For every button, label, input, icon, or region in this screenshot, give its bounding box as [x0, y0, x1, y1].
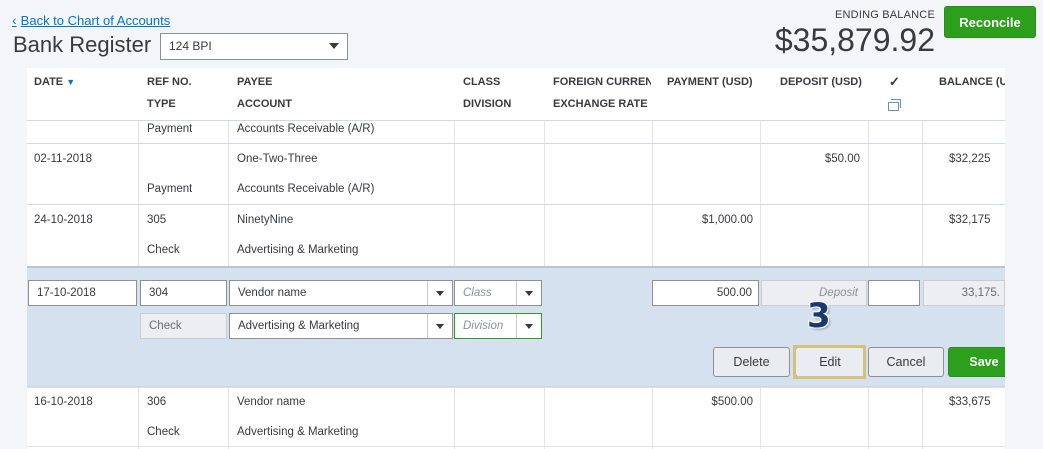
foreign-currency-column-header: FOREIGN CURRENCY: [553, 76, 651, 88]
payee-select[interactable]: Vendor name: [229, 280, 453, 306]
row-date: 24-10-2018: [34, 214, 93, 226]
copy-icon[interactable]: [888, 99, 901, 111]
date-field[interactable]: 17-10-2018: [28, 280, 137, 306]
chevron-left-icon: ‹: [12, 12, 17, 28]
row-account: Accounts Receivable (A/R): [237, 183, 375, 195]
class-select[interactable]: Class: [454, 280, 542, 306]
row-payment: $500.00: [711, 396, 753, 408]
row-date: 16-10-2018: [34, 396, 93, 408]
row-balance: $32,225: [949, 153, 991, 165]
row-ref: 306: [147, 396, 167, 408]
row-account: Advertising & Marketing: [237, 244, 359, 256]
cleared-field[interactable]: [868, 280, 920, 306]
row-type: Payment: [147, 183, 193, 195]
division-select[interactable]: Division: [454, 313, 542, 339]
row-divider: [27, 143, 1005, 144]
row-type: Payment: [147, 123, 193, 135]
column-divider: [228, 68, 229, 449]
row-payment: $1,000.00: [701, 214, 753, 226]
payee-select-value: Vendor name: [238, 287, 307, 299]
row-payee: One-Two-Three: [237, 153, 318, 165]
ref-column-header: REF NO.: [147, 76, 192, 88]
back-link-label: Back to Chart of Accounts: [20, 12, 171, 28]
row-date: 02-11-2018: [34, 153, 92, 165]
column-divider: [138, 68, 139, 449]
register-table: DATE ▼ REF NO. TYPE PAYEE ACCOUNT CLASS …: [27, 68, 1005, 449]
page-title: Bank Register: [13, 32, 152, 57]
sort-down-icon: ▼: [66, 77, 76, 87]
column-divider: [868, 68, 869, 449]
ending-balance-label: ENDING BALANCE: [835, 9, 935, 21]
account-select[interactable]: 124 BPI: [160, 33, 348, 60]
exchange-rate-column-header: EXCHANGE RATE: [553, 98, 648, 110]
account-select[interactable]: Advertising & Marketing: [229, 313, 453, 339]
balance-field: 33,175.: [923, 280, 1005, 306]
save-button[interactable]: Save: [948, 347, 1005, 377]
row-account: Advertising & Marketing: [237, 426, 359, 438]
column-divider: [922, 68, 923, 449]
row-balance: $32,175: [949, 214, 991, 226]
type-field: Check: [140, 313, 227, 339]
row-payee: Vendor name: [237, 396, 306, 408]
account-select-value: Advertising & Marketing: [238, 320, 360, 332]
column-divider: [544, 68, 545, 449]
column-divider: [454, 68, 455, 449]
row-payee: NinetyNine: [237, 214, 294, 226]
cancel-button[interactable]: Cancel: [868, 347, 944, 377]
cleared-column-header: ✓: [889, 74, 900, 89]
row-deposit: $50.00: [824, 153, 860, 165]
payment-field[interactable]: 500.00: [652, 280, 759, 306]
column-divider: [760, 68, 761, 449]
chevron-down-icon[interactable]: [427, 281, 452, 305]
balance-column-header: BALANCE (USD): [939, 76, 1005, 88]
payee-column-header: PAYEE: [237, 76, 273, 88]
date-column-header[interactable]: DATE ▼: [34, 76, 75, 88]
row-divider: [27, 386, 1005, 387]
row-balance: $33,675: [949, 396, 991, 408]
account-select-value: 124 BPI: [169, 39, 212, 53]
chevron-down-icon[interactable]: [516, 281, 541, 305]
row-type: Check: [147, 244, 180, 256]
edit-highlight-box: [793, 345, 866, 379]
class-column-header: CLASS: [463, 76, 501, 88]
row-divider: [27, 204, 1005, 205]
ending-balance-amount: $35,879.92: [774, 22, 935, 58]
account-column-header: ACCOUNT: [237, 98, 292, 110]
payment-column-header: PAYMENT (USD): [667, 76, 753, 88]
division-column-header: DIVISION: [463, 98, 512, 110]
reconcile-button[interactable]: Reconcile: [944, 6, 1036, 38]
chevron-down-icon[interactable]: [427, 314, 452, 338]
back-to-chart-of-accounts-link[interactable]: ‹ Back to Chart of Accounts: [12, 12, 170, 28]
column-divider: [652, 68, 653, 449]
row-type: Check: [147, 426, 180, 438]
row-divider: [27, 446, 1005, 447]
ref-no-field[interactable]: 304: [140, 280, 227, 306]
division-placeholder: Division: [463, 320, 504, 332]
row-ref: 305: [147, 214, 167, 226]
chevron-down-icon: [329, 43, 339, 49]
class-placeholder: Class: [463, 287, 492, 299]
date-header-label: DATE: [34, 76, 64, 88]
chevron-down-icon[interactable]: [516, 314, 541, 338]
delete-button[interactable]: Delete: [713, 347, 790, 377]
row-account: Accounts Receivable (A/R): [237, 123, 375, 135]
deposit-column-header: DEPOSIT (USD): [780, 76, 862, 88]
step-number-annotation: 3: [807, 296, 831, 336]
type-column-header: TYPE: [147, 98, 176, 110]
